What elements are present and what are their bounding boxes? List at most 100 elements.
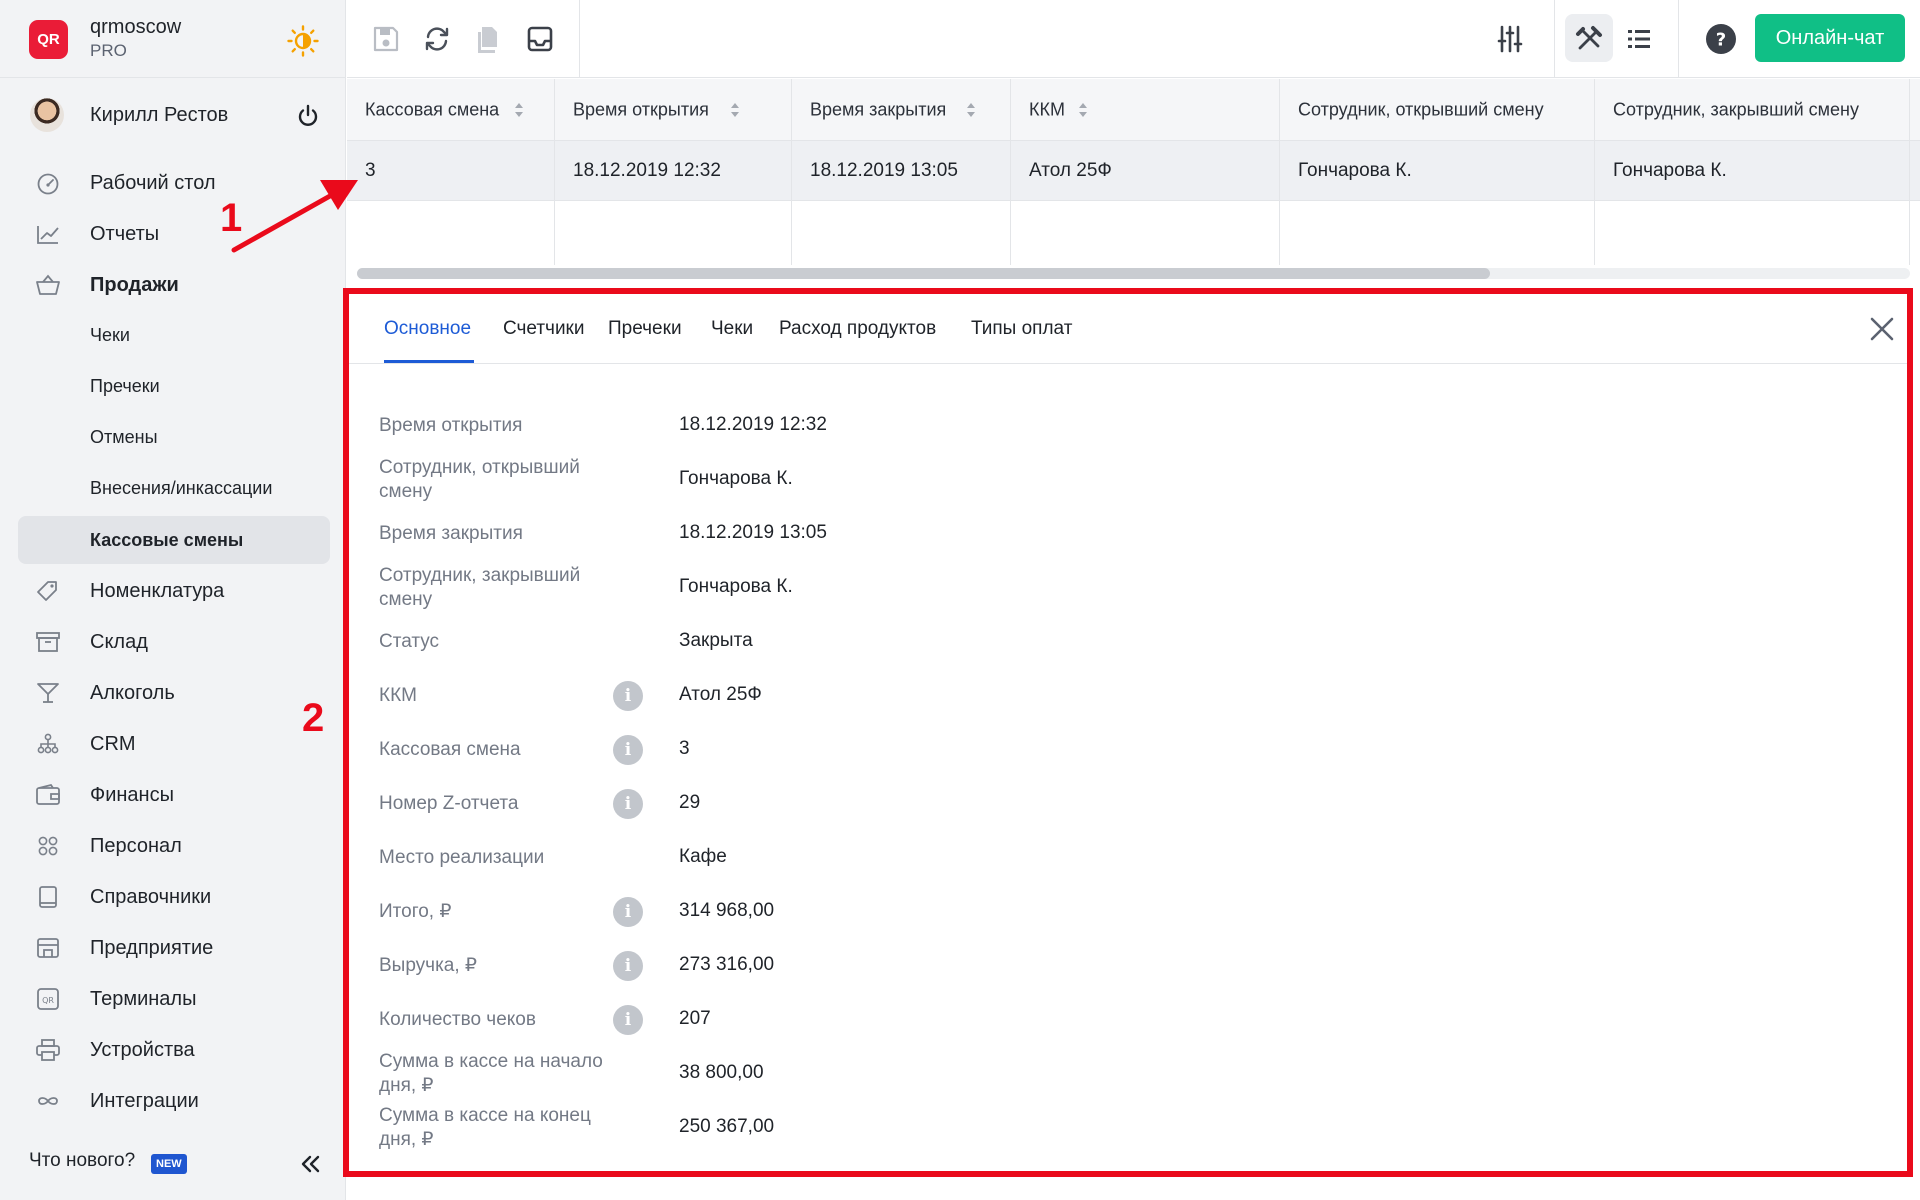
info-icon[interactable]: i <box>613 735 643 765</box>
info-icon[interactable]: i <box>613 681 643 711</box>
sort-icon[interactable] <box>730 102 740 118</box>
tab-main[interactable]: Основное <box>384 318 471 340</box>
hierarchy-icon <box>37 733 59 754</box>
sub-item-label: Чеки <box>90 325 130 345</box>
field-value-sale-place: Кафе <box>679 846 727 867</box>
nav-label: Отчеты <box>90 223 160 245</box>
table-header: Кассовая смена Время открытия Время закр… <box>347 79 1920 141</box>
tab-counters[interactable]: Счетчики <box>503 318 584 340</box>
new-badge: NEW <box>151 1154 187 1174</box>
book-icon <box>39 886 57 908</box>
table-cell: Атол 25Ф <box>1011 141 1280 200</box>
sub-item-cash-operations[interactable]: Внесения/инкассации <box>18 464 330 512</box>
sort-icon[interactable] <box>966 102 976 118</box>
basket-icon <box>36 274 60 295</box>
shift-detail-panel: Основное Счетчики Пречеки Чеки Расход пр… <box>343 288 1913 1177</box>
scrollbar-thumb[interactable] <box>357 268 1490 279</box>
table-cell: Гончарова К. <box>1595 141 1910 200</box>
column-header[interactable]: Сотрудник, закрывший смену <box>1595 79 1910 140</box>
tag-icon <box>37 581 57 601</box>
printer-icon <box>36 1039 60 1061</box>
collapse-sidebar-icon[interactable] <box>297 1152 323 1176</box>
table-cell: 18.12.2019 13:05 <box>792 141 1011 200</box>
sort-icon[interactable] <box>514 102 524 118</box>
nav-item-alcohol[interactable]: Алкоголь <box>18 669 330 717</box>
help-icon[interactable]: ? <box>1705 23 1737 55</box>
sun-icon[interactable] <box>287 25 319 57</box>
info-icon[interactable]: i <box>613 951 643 981</box>
list-view-icon[interactable] <box>1624 24 1654 54</box>
tools-icon[interactable] <box>1574 24 1604 54</box>
filter-sliders-icon[interactable] <box>1495 24 1525 54</box>
tab-product-consumption[interactable]: Расход продуктов <box>779 318 936 340</box>
store-icon <box>37 938 59 958</box>
user-profile: Кирилл Рестов <box>0 92 346 140</box>
whats-new-link[interactable]: Что нового? <box>29 1150 135 1172</box>
close-icon[interactable] <box>1869 316 1895 342</box>
sub-item-prechecks[interactable]: Пречеки <box>18 362 330 410</box>
column-header[interactable]: Время открытия <box>555 79 792 140</box>
dashboard-icon <box>37 173 59 195</box>
sub-item-label: Отмены <box>90 427 158 447</box>
avatar[interactable] <box>30 98 64 132</box>
info-icon[interactable]: i <box>613 789 643 819</box>
inbox-icon[interactable] <box>525 24 555 54</box>
field-value-close-time: 18.12.2019 13:05 <box>679 522 827 543</box>
table-cell: Гончарова К. <box>1280 141 1595 200</box>
nav-item-crm[interactable]: CRM <box>18 720 330 768</box>
nav-label: Терминалы <box>90 988 197 1010</box>
tab-receipts[interactable]: Чеки <box>711 318 753 340</box>
online-chat-button[interactable]: Онлайн-чат <box>1755 14 1905 62</box>
column-header[interactable]: ККМ <box>1011 79 1280 140</box>
sub-item-cash-shifts[interactable]: Кассовые смены <box>18 516 330 564</box>
brand-name: qrmoscow <box>90 16 182 38</box>
nav-label: Предприятие <box>90 937 214 959</box>
field-label-opened-by: Сотрудник, открывший смену <box>379 457 580 502</box>
nav-item-devices[interactable]: Устройства <box>18 1026 330 1074</box>
nav-item-references[interactable]: Справочники <box>18 873 330 921</box>
tab-payment-types[interactable]: Типы оплат <box>971 318 1072 340</box>
reports-chart-icon <box>37 226 59 244</box>
table-cell: 18.12.2019 12:32 <box>555 141 792 200</box>
table-row[interactable]: 3 18.12.2019 12:32 18.12.2019 13:05 Атол… <box>347 141 1920 201</box>
power-icon[interactable] <box>295 103 321 129</box>
column-header[interactable]: Кассовая смена <box>347 79 555 140</box>
nav-item-staff[interactable]: Персонал <box>18 822 330 870</box>
sub-item-receipts[interactable]: Чеки <box>18 311 330 359</box>
info-icon[interactable]: i <box>613 897 643 927</box>
nav-item-nomenclature[interactable]: Номенклатура <box>18 567 330 615</box>
nav-item-warehouse[interactable]: Склад <box>18 618 330 666</box>
svg-text:QR: QR <box>42 996 54 1005</box>
sort-icon[interactable] <box>1078 102 1088 118</box>
tab-prechecks[interactable]: Пречеки <box>608 318 682 340</box>
nav-item-sales[interactable]: Продажи <box>18 261 330 309</box>
nav-item-terminals[interactable]: QR Терминалы <box>18 975 330 1023</box>
nav-label: Персонал <box>90 835 182 857</box>
refresh-icon[interactable] <box>422 24 452 54</box>
annotation-number: 2 <box>302 696 325 740</box>
nav-label: Устройства <box>90 1039 195 1061</box>
detail-tabs: Основное Счетчики Пречеки Чеки Расход пр… <box>349 294 1907 364</box>
column-header[interactable]: Сотрудник, открывший смену <box>1280 79 1595 140</box>
toolbar: ? Онлайн-чат <box>347 0 1920 78</box>
save-icon[interactable] <box>371 24 401 54</box>
field-label-total: Итого, ₽ <box>379 901 452 922</box>
table-empty-row <box>347 201 1920 265</box>
field-value-receipt-count: 207 <box>679 1008 711 1029</box>
svg-text:?: ? <box>1716 30 1726 51</box>
field-value-cash-start: 38 800,00 <box>679 1062 764 1083</box>
table-cell: 3 <box>347 141 555 200</box>
toolbar-divider <box>1554 0 1555 78</box>
nav-item-finance[interactable]: Финансы <box>18 771 330 819</box>
nav-label: Номенклатура <box>90 580 225 602</box>
field-value-total: 314 968,00 <box>679 900 775 921</box>
field-label-receipt-count: Количество чеков <box>379 1009 536 1030</box>
column-header[interactable]: Время закрытия <box>792 79 1011 140</box>
copy-icon[interactable] <box>473 24 503 54</box>
brand-logo[interactable]: QR <box>29 20 68 59</box>
nav-item-integrations[interactable]: Интеграции <box>18 1077 330 1125</box>
nav-label: Рабочий стол <box>90 172 216 194</box>
sub-item-cancellations[interactable]: Отмены <box>18 413 330 461</box>
info-icon[interactable]: i <box>613 1005 643 1035</box>
nav-item-enterprise[interactable]: Предприятие <box>18 924 330 972</box>
